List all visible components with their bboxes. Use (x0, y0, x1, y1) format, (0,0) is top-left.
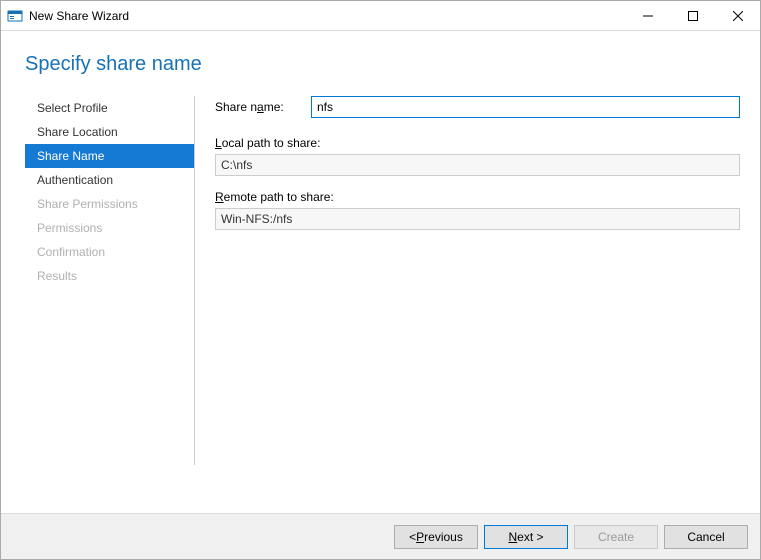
nav-select-profile[interactable]: Select Profile (25, 96, 194, 120)
nav-confirmation: Confirmation (25, 240, 194, 264)
next-button[interactable]: Next > (484, 525, 568, 549)
row-local-path: Local path to share: C:\nfs (215, 136, 740, 176)
previous-button[interactable]: < Previous (394, 525, 478, 549)
local-path-field: C:\nfs (215, 154, 740, 176)
nav-share-name[interactable]: Share Name (25, 144, 194, 168)
nav-permissions: Permissions (25, 216, 194, 240)
nav-results: Results (25, 264, 194, 288)
local-path-label: Local path to share: (215, 136, 740, 150)
minimize-button[interactable] (625, 1, 670, 30)
row-share-name: Share name: (215, 96, 740, 118)
wizard-nav: Select Profile Share Location Share Name… (25, 96, 195, 465)
content: Specify share name Select Profile Share … (1, 31, 760, 513)
form-area: Share name: Local path to share: C:\nfs … (195, 96, 760, 513)
body: Select Profile Share Location Share Name… (1, 96, 760, 513)
window-controls (625, 1, 760, 30)
share-name-label: Share name: (215, 100, 311, 114)
remote-path-label: Remote path to share: (215, 190, 740, 204)
page-heading: Specify share name (1, 31, 760, 96)
remote-path-field: Win-NFS:/nfs (215, 208, 740, 230)
share-name-input[interactable] (311, 96, 740, 118)
titlebar: New Share Wizard (1, 1, 760, 31)
maximize-button[interactable] (670, 1, 715, 30)
window-title: New Share Wizard (29, 9, 129, 23)
app-icon (7, 8, 23, 24)
row-remote-path: Remote path to share: Win-NFS:/nfs (215, 190, 740, 230)
nav-authentication[interactable]: Authentication (25, 168, 194, 192)
cancel-button[interactable]: Cancel (664, 525, 748, 549)
nav-share-location[interactable]: Share Location (25, 120, 194, 144)
nav-share-permissions: Share Permissions (25, 192, 194, 216)
create-button: Create (574, 525, 658, 549)
close-button[interactable] (715, 1, 760, 30)
footer: < Previous Next > Create Cancel (1, 513, 760, 559)
